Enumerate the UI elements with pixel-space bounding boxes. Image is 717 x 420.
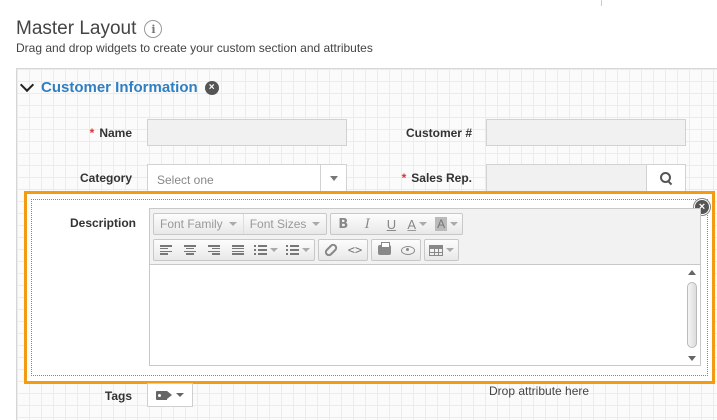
drop-attribute-hint: Drop attribute here [489, 384, 590, 398]
sales-rep-label: * Sales Rep. [380, 171, 472, 185]
bullet-list-button[interactable] [250, 240, 282, 260]
font-color-button[interactable]: A [403, 214, 431, 234]
align-justify-icon [232, 245, 244, 255]
top-divider [601, 0, 602, 6]
required-marker: * [401, 171, 407, 185]
page-title-text: Master Layout [16, 18, 137, 39]
output-group [371, 239, 421, 261]
align-left-button[interactable] [154, 240, 178, 260]
link-icon [323, 242, 339, 258]
chevron-down-icon [446, 248, 454, 252]
background-color-icon: A [435, 217, 448, 231]
chevron-down-icon [419, 222, 428, 226]
preview-button[interactable] [396, 240, 420, 260]
customer-number-label: Customer # [405, 126, 472, 140]
toolbar-row-1: Font Family Font Sizes B I U A A [153, 213, 466, 235]
info-icon[interactable]: i [144, 20, 163, 38]
align-left-icon [160, 245, 172, 255]
tags-dropdown-button[interactable] [147, 383, 193, 407]
insert-table-button[interactable] [425, 240, 458, 260]
font-size-label: Font Sizes [249, 217, 307, 231]
eye-icon [401, 245, 415, 255]
tags-label: Tags [104, 389, 132, 403]
chevron-down-icon [302, 248, 310, 252]
editor-content-area[interactable] [150, 266, 700, 365]
toolbar-row-2: <> [153, 239, 462, 261]
search-icon [659, 171, 673, 185]
tag-icon [156, 390, 172, 400]
category-select[interactable]: Select one [147, 164, 347, 192]
chevron-down-icon [450, 222, 459, 226]
table-icon [429, 244, 443, 256]
chevron-down-icon [312, 222, 321, 226]
align-center-icon [184, 245, 196, 255]
chevron-down-icon[interactable] [19, 77, 35, 93]
bold-button[interactable]: B [331, 214, 355, 234]
name-input[interactable] [147, 119, 347, 146]
font-color-icon: A [407, 216, 417, 232]
insert-link-button[interactable] [319, 240, 343, 260]
italic-button[interactable]: I [355, 214, 379, 234]
print-icon [377, 242, 391, 255]
category-label: Category [79, 171, 132, 185]
scroll-down-icon[interactable] [688, 356, 696, 361]
alignment-group [153, 239, 315, 261]
format-group: B I U A A [330, 213, 464, 235]
font-group: Font Family Font Sizes [153, 213, 328, 235]
page-subtitle: Drag and drop widgets to create your cus… [16, 41, 373, 55]
numbered-list-icon [286, 245, 299, 255]
code-icon: <> [347, 243, 363, 257]
name-label: * Name [60, 126, 132, 140]
rich-text-editor: Font Family Font Sizes B I U A A <> [149, 208, 701, 366]
bullet-list-icon [254, 245, 267, 255]
scrollbar-thumb[interactable] [687, 282, 697, 348]
align-justify-button[interactable] [226, 240, 250, 260]
link-group: <> [318, 239, 368, 261]
section-title[interactable]: Customer Information [41, 79, 198, 96]
table-group [424, 239, 459, 261]
align-center-button[interactable] [178, 240, 202, 260]
chevron-down-icon [228, 222, 237, 226]
background-color-button[interactable]: A [431, 214, 462, 234]
sales-rep-label-text: Sales Rep. [411, 171, 472, 185]
sales-rep-input[interactable] [486, 164, 647, 192]
chevron-down-icon [176, 393, 184, 397]
numbered-list-button[interactable] [282, 240, 314, 260]
category-selected-value: Select one [157, 173, 214, 187]
sales-rep-search-button[interactable] [646, 164, 686, 192]
description-label: Description [69, 216, 136, 230]
customer-number-input[interactable] [486, 119, 686, 146]
required-marker: * [89, 126, 95, 140]
section-header: Customer Information × [19, 77, 219, 96]
editor-scrollbar[interactable] [686, 268, 698, 363]
scroll-up-icon[interactable] [688, 270, 696, 275]
editor-toolbar: Font Family Font Sizes B I U A A <> [150, 209, 700, 265]
font-family-dropdown[interactable]: Font Family [154, 214, 243, 234]
underline-button[interactable]: U [379, 214, 403, 234]
chevron-down-icon [270, 248, 278, 252]
remove-section-icon[interactable]: × [204, 80, 219, 95]
source-code-button[interactable]: <> [343, 240, 367, 260]
chevron-down-icon[interactable] [320, 165, 346, 191]
font-family-label: Font Family [160, 217, 223, 231]
align-right-button[interactable] [202, 240, 226, 260]
print-button[interactable] [372, 240, 396, 260]
name-label-text: Name [99, 126, 132, 140]
align-right-icon [208, 245, 220, 255]
font-size-dropdown[interactable]: Font Sizes [242, 214, 327, 234]
page-title: Master Layout i [16, 18, 163, 40]
